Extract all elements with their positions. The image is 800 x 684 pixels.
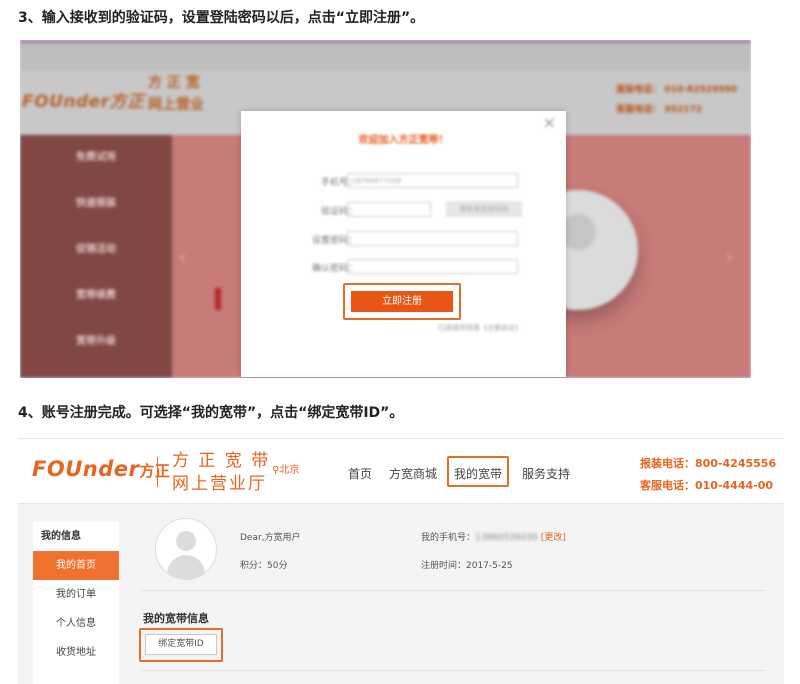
step3-title: 3、输入接收到的验证码，设置登陆密码以后，点击“立即注册”。 <box>18 10 425 26</box>
sidebar-item-my-orders[interactable]: 我的订单 <box>33 580 119 609</box>
brand-line-2: 网上营业厅 <box>172 474 267 494</box>
code-field[interactable] <box>347 202 431 217</box>
sidebar-item-address[interactable]: 收货地址 <box>33 638 119 667</box>
code-label: 验证码： <box>320 207 357 217</box>
change-phone-link[interactable]: [更改] <box>541 533 566 543</box>
dialog-content: 欢迎加入方正宽带！ × 手机号： 18766677009 验证码： 重新发送验证… <box>241 111 566 377</box>
resend-code-button[interactable]: 重新发送验证码 <box>446 201 522 217</box>
nav-my-broadband[interactable]: 我的宽带 <box>454 465 502 482</box>
account-sidebar: 我的信息 我的首页 我的订单 个人信息 收货地址 <box>33 522 119 684</box>
agreement-link[interactable]: 已阅读并同意《注册协议》 <box>438 323 522 333</box>
avatar <box>155 518 217 580</box>
greeting: Dear,方宽用户 <box>240 533 301 543</box>
nav-home[interactable]: 首页 <box>348 465 372 482</box>
phone-label: 手机号： <box>320 178 357 188</box>
logo-divider <box>157 457 158 487</box>
phone-field[interactable]: 18766677009 <box>347 173 518 188</box>
brand-line-1: 方 正 宽 带 <box>172 451 271 471</box>
register-time: 注册时间：2017-5-25 <box>421 561 513 571</box>
divider <box>141 590 766 591</box>
nav-mall[interactable]: 方宽商城 <box>389 465 437 482</box>
step4-title: 4、账号注册完成。可选择“我的宽带”，点击“绑定宽带ID”。 <box>18 405 404 421</box>
password-field[interactable] <box>347 231 518 246</box>
phone-value: 13860526030 <box>475 533 539 543</box>
founder-logo[interactable]: FOUnder方正 <box>32 457 170 481</box>
sidebar-header: 我的信息 <box>41 531 81 542</box>
account-body: 我的信息 我的首页 我的订单 个人信息 收货地址 Dear,方宽用户 积分：50… <box>18 503 784 684</box>
sidebar-item-personal-info[interactable]: 个人信息 <box>33 609 119 638</box>
register-dialog: 欢迎加入方正宽带！ × 手机号： 18766677009 验证码： 重新发送验证… <box>241 111 566 377</box>
registration-screenshot: FOUnder方正 方 正 宽 网上营业 报装电话： 010-82529990 … <box>20 40 751 378</box>
divider <box>141 670 766 671</box>
nav-support[interactable]: 服务支持 <box>522 465 570 482</box>
install-hotline: 报装电话：800-4245556 <box>640 457 777 470</box>
confirm-password-label: 确认密码： <box>311 264 357 274</box>
dialog-title: 欢迎加入方正宽带！ <box>358 135 449 146</box>
service-hotline: 客服电话：010-4444-00 <box>640 479 774 492</box>
points: 积分：50分 <box>240 561 288 571</box>
sidebar-item-my-home[interactable]: 我的首页 <box>33 551 119 580</box>
close-icon[interactable]: × <box>543 113 556 132</box>
location-selector[interactable]: ⚲北京 <box>272 461 299 476</box>
phone-info: 我的手机号：13860526030 [更改] <box>421 533 566 543</box>
account-main: Dear,方宽用户 积分：50分 我的手机号：13860526030 [更改] … <box>129 504 784 684</box>
register-button[interactable]: 立即注册 <box>351 291 453 312</box>
bind-broadband-id-button[interactable]: 绑定宽带ID <box>145 634 217 655</box>
confirm-password-field[interactable] <box>347 259 518 274</box>
broadband-section-title: 我的宽带信息 <box>143 612 209 625</box>
password-label: 设置密码： <box>311 236 357 246</box>
my-broadband-screenshot: FOUnder方正 方 正 宽 带 网上营业厅 ⚲北京 首页 方宽商城 我的宽带… <box>18 438 784 684</box>
